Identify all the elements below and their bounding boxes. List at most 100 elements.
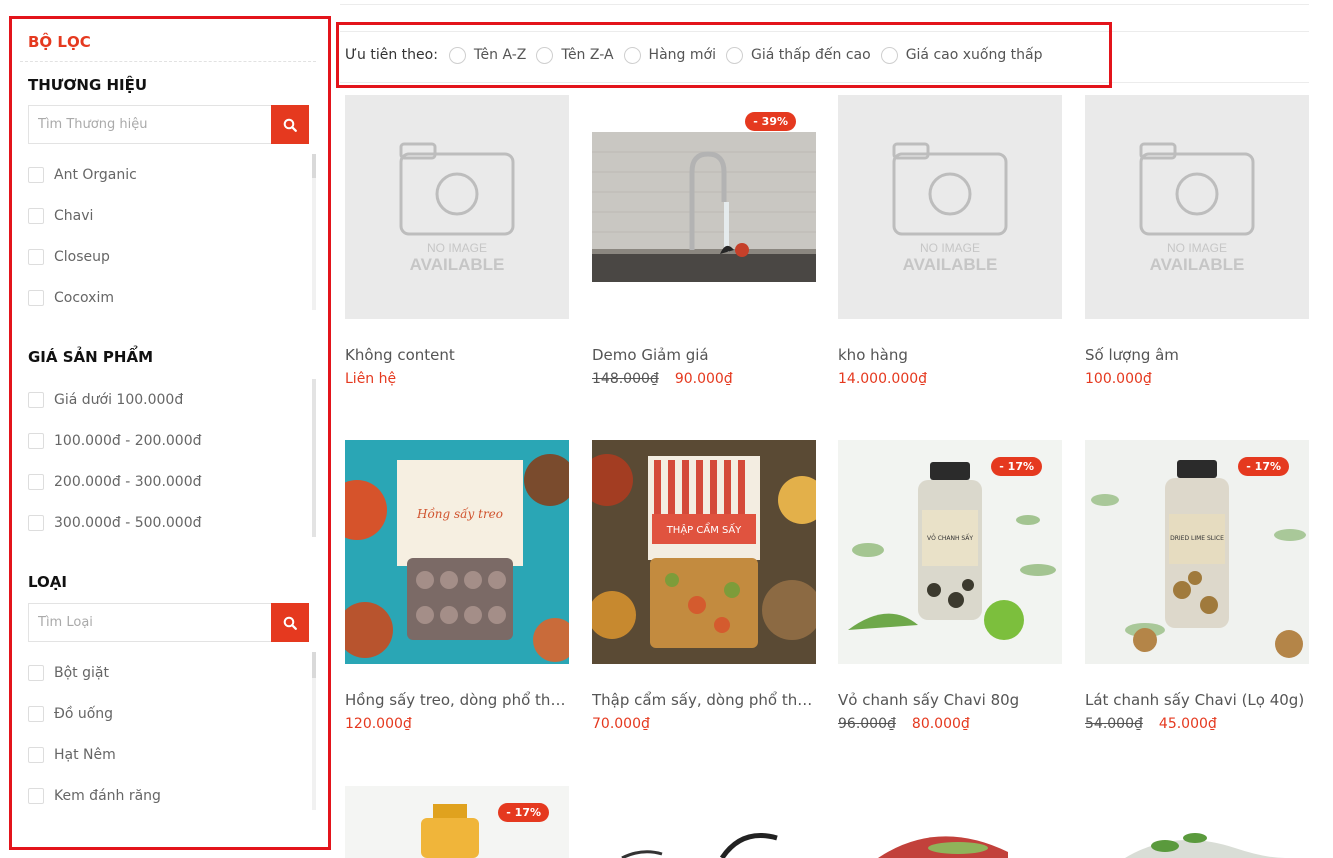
no-image-text: NO IMAGE: [920, 241, 980, 255]
checkbox[interactable]: [28, 514, 44, 531]
product-image[interactable]: [592, 786, 816, 858]
dried-mix-photo: THẬP CẨM SẤY: [592, 440, 816, 664]
brand-checklist: Ant Organic Chavi Closeup Cocoxim: [28, 154, 316, 318]
product-card[interactable]: Hồng sấy treo Hồng sấy treo, dòng phổ th…: [345, 440, 569, 732]
radio-button[interactable]: [725, 46, 743, 64]
product-name[interactable]: Lát chanh sấy Chavi (Lọ 40g): [1085, 691, 1309, 709]
type-search-button[interactable]: [271, 603, 309, 642]
sort-bar: Ưu tiên theo: Tên A-Z Tên Z-A Hàng mới G…: [336, 22, 1112, 88]
type-option[interactable]: Hạt Nêm: [28, 734, 316, 775]
current-price: Liên hệ: [345, 371, 397, 387]
discount-badge: - 39%: [745, 112, 796, 131]
discount-badge: - 17%: [1238, 457, 1289, 476]
type-option-label: Kem đánh răng: [54, 787, 161, 804]
product-card[interactable]: [592, 786, 816, 858]
sort-option-label: Hàng mới: [648, 47, 716, 63]
no-image-text: NO IMAGE: [427, 241, 487, 255]
type-search-input[interactable]: [29, 604, 269, 641]
checkbox[interactable]: [28, 248, 44, 265]
brand-scrollbar[interactable]: [312, 154, 316, 310]
radio-button[interactable]: [536, 46, 554, 64]
product-image[interactable]: DRIED LIME SLICE - 17%: [1085, 440, 1309, 664]
brand-search-button[interactable]: [271, 105, 309, 144]
sort-option-newest[interactable]: Hàng mới: [623, 46, 716, 64]
scrollbar-thumb[interactable]: [312, 379, 316, 537]
checkbox[interactable]: [28, 787, 44, 804]
type-option[interactable]: Kem đánh răng: [28, 775, 316, 816]
brand-option[interactable]: Ant Organic: [28, 154, 316, 195]
type-checklist: Bột giặt Đồ uống Hạt Nêm Kem đánh răng: [28, 652, 316, 816]
product-card[interactable]: [838, 786, 1062, 858]
camera-icon: NO IMAGE AVAILABLE: [399, 142, 515, 272]
checkbox[interactable]: [28, 391, 44, 408]
brand-search-input[interactable]: [29, 106, 269, 143]
radio-button[interactable]: [623, 46, 641, 64]
product-image[interactable]: NO IMAGE AVAILABLE: [1085, 95, 1309, 319]
product-card[interactable]: THẬP CẨM SẤY Thập cẩm sấy, dòng phổ thôn…: [592, 440, 816, 732]
brand-option[interactable]: Closeup: [28, 236, 316, 277]
radio-button[interactable]: [448, 46, 466, 64]
price-option[interactable]: 100.000đ - 200.000đ: [28, 420, 316, 461]
price-option[interactable]: 300.000đ - 500.000đ: [28, 502, 316, 543]
product-name[interactable]: Hồng sấy treo, dòng phổ thông: [345, 691, 569, 709]
product-price: 96.000₫ 80.000₫: [838, 716, 1062, 732]
checkbox[interactable]: [28, 166, 44, 183]
product-image[interactable]: NO IMAGE AVAILABLE: [345, 95, 569, 319]
price-option[interactable]: Giá dưới 100.000đ: [28, 379, 316, 420]
product-image[interactable]: THẬP CẨM SẤY: [592, 440, 816, 664]
sort-option-name-asc[interactable]: Tên A-Z: [448, 46, 526, 64]
product-name[interactable]: Không content: [345, 346, 569, 364]
sort-option-price-asc[interactable]: Giá thấp đến cao: [725, 46, 871, 64]
brand-option[interactable]: Chavi: [28, 195, 316, 236]
brand-option-label: Closeup: [54, 248, 110, 265]
product-name[interactable]: kho hàng: [838, 346, 1062, 364]
type-option[interactable]: Đồ uống: [28, 693, 316, 734]
product-image[interactable]: VỎ CHANH SẤY - 17%: [838, 440, 1062, 664]
product-card[interactable]: NO IMAGE AVAILABLE Không content Liên hệ: [345, 95, 569, 387]
price-option[interactable]: 200.000đ - 300.000đ: [28, 461, 316, 502]
checkbox[interactable]: [28, 473, 44, 490]
type-scrollbar[interactable]: [312, 652, 316, 810]
product-name[interactable]: Vỏ chanh sấy Chavi 80g: [838, 691, 1062, 709]
product-image[interactable]: - 39%: [592, 95, 816, 319]
checkbox[interactable]: [28, 705, 44, 722]
product-image[interactable]: [1085, 786, 1309, 858]
product-card[interactable]: [1085, 786, 1309, 858]
price-option-label: 200.000đ - 300.000đ: [54, 473, 202, 490]
brand-option-label: Cocoxim: [54, 289, 114, 306]
brand-option[interactable]: Cocoxim: [28, 277, 316, 318]
discount-badge: - 17%: [991, 457, 1042, 476]
no-image-text: AVAILABLE: [903, 255, 998, 272]
product-card[interactable]: NO IMAGE AVAILABLE Số lượng âm 100.000₫: [1085, 95, 1309, 387]
product-image[interactable]: - 17%: [345, 786, 569, 858]
sort-option-name-desc[interactable]: Tên Z-A: [536, 46, 614, 64]
type-option[interactable]: Bột giặt: [28, 652, 316, 693]
honey-bottle-photo: [345, 786, 569, 858]
product-name[interactable]: Thập cẩm sấy, dòng phổ thông: [592, 691, 816, 709]
product-card[interactable]: DRIED LIME SLICE - 17% Lát chanh sấy Cha…: [1085, 440, 1309, 732]
type-filter-title: LOẠI: [28, 573, 67, 591]
product-price: 148.000₫ 90.000₫: [592, 371, 816, 387]
product-price: 54.000₫ 45.000₫: [1085, 716, 1309, 732]
radio-button[interactable]: [880, 46, 898, 64]
product-name[interactable]: Số lượng âm: [1085, 346, 1309, 364]
product-image[interactable]: Hồng sấy treo: [345, 440, 569, 664]
checkbox[interactable]: [28, 432, 44, 449]
no-image-text: NO IMAGE: [1167, 241, 1227, 255]
product-image[interactable]: [838, 786, 1062, 858]
price-scrollbar[interactable]: [312, 379, 316, 537]
product-card[interactable]: VỎ CHANH SẤY - 17% Vỏ chanh sấy Chavi 80…: [838, 440, 1062, 732]
checkbox[interactable]: [28, 664, 44, 681]
product-card[interactable]: - 17%: [345, 786, 569, 858]
scrollbar-thumb[interactable]: [312, 652, 316, 678]
product-image[interactable]: NO IMAGE AVAILABLE: [838, 95, 1062, 319]
sort-option-price-desc[interactable]: Giá cao xuống thấp: [880, 46, 1043, 64]
checkbox[interactable]: [28, 746, 44, 763]
checkbox[interactable]: [28, 289, 44, 306]
checkbox[interactable]: [28, 207, 44, 224]
product-card[interactable]: NO IMAGE AVAILABLE kho hàng 14.000.000₫: [838, 95, 1062, 387]
scrollbar-thumb[interactable]: [312, 154, 316, 178]
product-name[interactable]: Demo Giảm giá: [592, 346, 816, 364]
current-price: 45.000₫: [1158, 716, 1217, 732]
product-card[interactable]: - 39% Demo Giảm giá 148.000₫ 90.000₫: [592, 95, 816, 387]
